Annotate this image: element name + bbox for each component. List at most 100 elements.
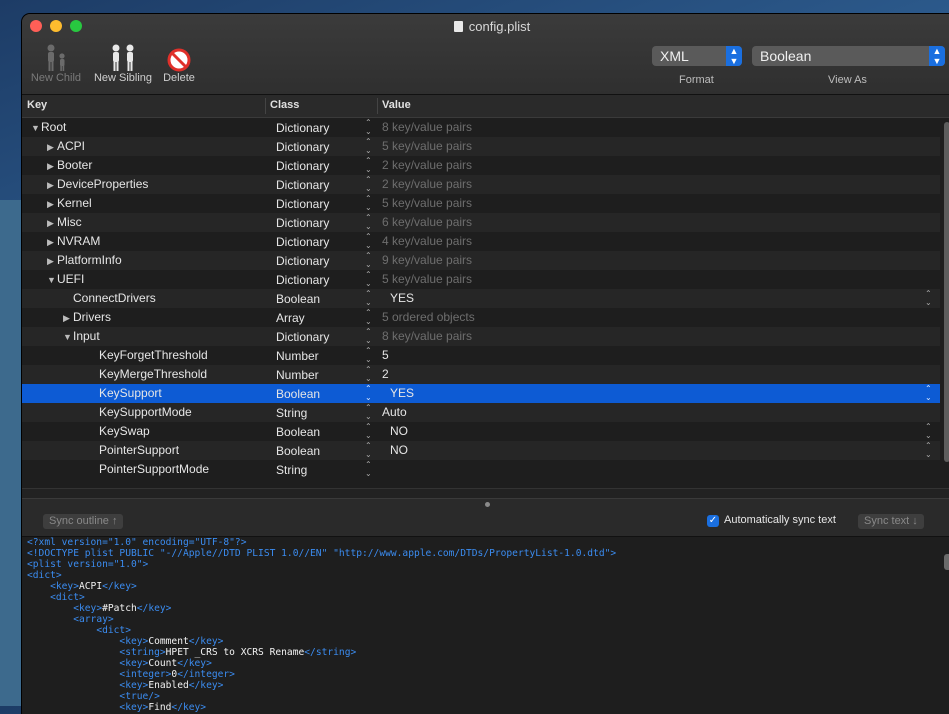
row-key[interactable]: ▶ Drivers [63,308,111,328]
chevron-updown-icon[interactable]: ⌃ ⌄ [365,213,372,231]
row-class-select[interactable]: Dictionary [276,233,329,252]
sync-outline-button[interactable]: Sync outline ↑ [43,514,124,529]
chevron-updown-icon[interactable]: ⌃ ⌄ [365,403,372,421]
outline-row[interactable]: ▶ Drivers Array ⌃ ⌄ 5 ordered objects [22,308,940,327]
outline-row[interactable]: ▶ PlatformInfo Dictionary ⌃ ⌄ 9 key/value pai… [22,251,940,270]
chevron-updown-icon[interactable]: ⌃ ⌄ [365,289,372,307]
chevron-updown-icon[interactable]: ⌃ ⌄ [365,384,372,402]
row-class-select[interactable]: String [276,461,307,480]
row-value[interactable]: NO [390,441,408,460]
row-class-select[interactable]: Dictionary [276,214,329,233]
outline-vertical-scrollbar[interactable] [944,122,949,462]
disclosure-closed-icon[interactable]: ▶ [47,157,57,176]
row-value[interactable]: 5 [382,346,389,365]
chevron-updown-icon[interactable]: ⌃ ⌄ [925,384,932,402]
auto-sync-checkbox[interactable]: ✓ [707,515,719,527]
outline-row[interactable]: ▶ Kernel Dictionary ⌃ ⌄ 5 key/value pairs [22,194,940,213]
row-value[interactable]: YES [390,384,414,403]
disclosure-open-icon[interactable]: ▼ [63,328,73,347]
outline-row[interactable]: KeyForgetThreshold Number ⌃ ⌄ 5 [22,346,940,365]
disclosure-open-icon[interactable]: ▼ [47,271,57,290]
row-key[interactable]: ▼Input [63,327,100,347]
row-key[interactable]: KeyForgetThreshold [89,346,208,365]
chevron-updown-icon[interactable]: ⌃ ⌄ [365,118,372,136]
format-select[interactable]: XML ▲ ▼ [652,46,742,66]
chevron-updown-icon[interactable]: ⌃ ⌄ [365,346,372,364]
outline-row[interactable]: KeySwap Boolean ⌃ ⌄ NO ⌃ ⌄ [22,422,940,441]
outline-row[interactable]: ConnectDrivers Boolean ⌃ ⌄ YES ⌃ ⌄ [22,289,940,308]
disclosure-closed-icon[interactable]: ▶ [47,252,57,271]
column-header-key[interactable]: Key [27,99,47,111]
disclosure-closed-icon[interactable]: ▶ [47,214,57,233]
outline-row[interactable]: KeySupportMode String ⌃ ⌄ Auto [22,403,940,422]
row-value[interactable]: 2 [382,365,389,384]
chevron-updown-icon[interactable]: ⌃ ⌄ [365,270,372,288]
row-class-select[interactable]: Boolean [276,385,320,404]
row-class-select[interactable]: Dictionary [276,271,329,290]
disclosure-closed-icon[interactable]: ▶ [47,233,57,252]
column-header-class[interactable]: Class [270,99,299,111]
new-child-button[interactable]: New Child [30,42,82,84]
disclosure-closed-icon[interactable]: ▶ [47,176,57,195]
row-key[interactable]: ▶ NVRAM [47,232,100,252]
row-key[interactable]: KeySupport [89,384,162,403]
outline-row[interactable]: KeySupport Boolean ⌃ ⌄ YES ⌃ ⌄ [22,384,940,403]
row-class-select[interactable]: Array [276,309,305,328]
row-class-select[interactable]: String [276,404,307,423]
row-key[interactable]: KeyMergeThreshold [89,365,207,384]
row-key[interactable]: ▶ Misc [47,213,82,233]
row-key[interactable]: ▼Root [31,118,66,138]
outline-row[interactable]: ▶ DeviceProperties Dictionary ⌃ ⌄ 2 key/value… [22,175,940,194]
outline-row[interactable]: PointerSupportMode String ⌃ ⌄ [22,460,940,479]
row-key[interactable]: KeySupportMode [89,403,192,422]
disclosure-open-icon[interactable]: ▼ [31,119,41,138]
row-class-select[interactable]: Dictionary [276,119,329,138]
chevron-updown-icon[interactable]: ⌃ ⌄ [365,308,372,326]
outline-row[interactable]: PointerSupport Boolean ⌃ ⌄ NO ⌃ ⌄ [22,441,940,460]
row-key[interactable]: ▶ Kernel [47,194,92,214]
row-value[interactable]: YES [390,289,414,308]
disclosure-closed-icon[interactable]: ▶ [47,195,57,214]
outline-row[interactable]: ▶ ACPI Dictionary ⌃ ⌄ 5 key/value pairs [22,137,940,156]
column-header-value[interactable]: Value [382,99,411,111]
outline-row[interactable]: ▼Input Dictionary ⌃ ⌄ 8 key/value pairs [22,327,940,346]
chevron-updown-icon[interactable]: ⌃ ⌄ [365,441,372,459]
outline-row[interactable]: ▶ Misc Dictionary ⌃ ⌄ 6 key/value pairs [22,213,940,232]
disclosure-closed-icon[interactable]: ▶ [63,309,73,328]
chevron-updown-icon[interactable]: ⌃ ⌄ [365,194,372,212]
view-as-select[interactable]: Boolean ▲ ▼ [752,46,945,66]
row-class-select[interactable]: Dictionary [276,157,329,176]
row-class-select[interactable]: Dictionary [276,176,329,195]
chevron-updown-icon[interactable]: ⌃ ⌄ [365,156,372,174]
outline-row[interactable]: ▶ Booter Dictionary ⌃ ⌄ 2 key/value pairs [22,156,940,175]
row-key[interactable]: ▶ ACPI [47,137,85,157]
disclosure-closed-icon[interactable]: ▶ [47,138,57,157]
row-class-select[interactable]: Dictionary [276,328,329,347]
row-key[interactable]: ▶ PlatformInfo [47,251,122,271]
chevron-updown-icon[interactable]: ⌃ ⌄ [365,460,372,478]
row-class-select[interactable]: Boolean [276,442,320,461]
row-key[interactable]: ▶ Booter [47,156,92,176]
row-class-select[interactable]: Boolean [276,290,320,309]
row-class-select[interactable]: Dictionary [276,138,329,157]
row-class-select[interactable]: Dictionary [276,195,329,214]
xml-text-editor[interactable]: <?xml version="1.0" encoding="UTF-8"?> <!… [22,537,940,714]
row-class-select[interactable]: Number [276,347,319,366]
column-divider[interactable] [377,98,378,114]
xml-vertical-scrollbar[interactable] [944,554,949,570]
row-class-select[interactable]: Number [276,366,319,385]
row-value[interactable]: Auto [382,403,407,422]
row-key[interactable]: KeySwap [89,422,150,441]
outline-row[interactable]: ▶ NVRAM Dictionary ⌃ ⌄ 4 key/value pairs [22,232,940,251]
row-key[interactable]: ConnectDrivers [63,289,156,308]
chevron-updown-icon[interactable]: ⌃ ⌄ [365,327,372,345]
row-class-select[interactable]: Boolean [276,423,320,442]
row-key[interactable]: ▼UEFI [47,270,84,290]
new-sibling-button[interactable]: New Sibling [90,42,156,84]
row-class-select[interactable]: Dictionary [276,252,329,271]
outline-row[interactable]: ▼Root Dictionary ⌃ ⌄ 8 key/value pairs [22,118,940,137]
chevron-updown-icon[interactable]: ⌃ ⌄ [365,232,372,250]
chevron-updown-icon[interactable]: ⌃ ⌄ [925,422,932,440]
chevron-updown-icon[interactable]: ⌃ ⌄ [925,289,932,307]
chevron-updown-icon[interactable]: ⌃ ⌄ [365,137,372,155]
